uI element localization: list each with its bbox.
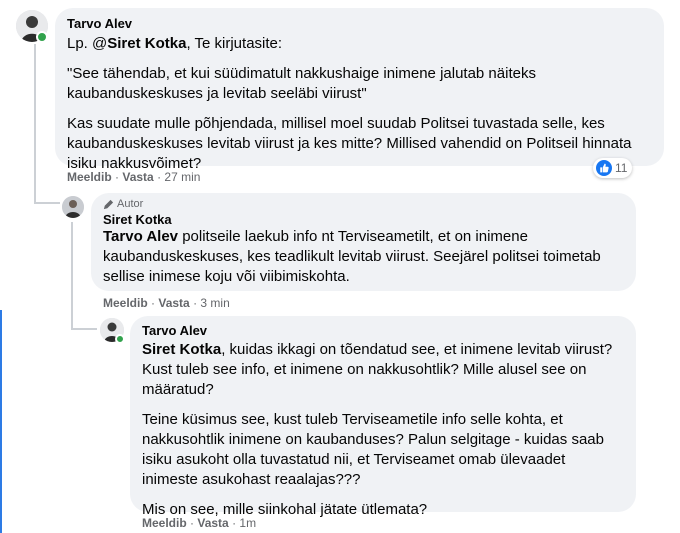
comment-actions: Meeldib · Vasta · 27 min bbox=[67, 170, 200, 184]
separator: · bbox=[190, 516, 195, 530]
separator: · bbox=[193, 296, 198, 310]
separator: · bbox=[151, 296, 156, 310]
separator: · bbox=[157, 170, 162, 184]
thread-line-curve bbox=[71, 328, 97, 330]
comment-author[interactable]: Tarvo Alev bbox=[142, 323, 624, 338]
like-button[interactable]: Meeldib bbox=[103, 296, 148, 310]
thread-line bbox=[71, 222, 73, 330]
comment-bubble: Tarvo Alev Lp. @Siret Kotka, Te kirjutas… bbox=[55, 8, 664, 172]
timestamp[interactable]: 27 min bbox=[164, 170, 200, 184]
timestamp[interactable]: 1m bbox=[239, 516, 256, 530]
thread-line-curve bbox=[34, 202, 60, 204]
comment-actions: Meeldib · Vasta · 3 min bbox=[103, 296, 230, 310]
comment-actions: Meeldib · Vasta · 1m bbox=[142, 516, 256, 530]
reply-button[interactable]: Vasta bbox=[158, 296, 189, 310]
thread-line bbox=[34, 44, 36, 204]
comment-bubble: Tarvo Alev Siret Kotka, kuidas ikkagi on… bbox=[130, 316, 636, 518]
author-badge: Autor bbox=[103, 198, 624, 210]
like-button[interactable]: Meeldib bbox=[67, 170, 112, 184]
pencil-icon bbox=[103, 199, 114, 209]
separator: · bbox=[232, 516, 237, 530]
comment-paragraph: Lp. @Siret Kotka, Te kirjutasite: bbox=[67, 35, 283, 52]
reaction-count-value: 11 bbox=[615, 161, 628, 175]
comment-paragraph: Teine küsimus see, kust tuleb Terviseame… bbox=[142, 411, 604, 488]
reply-button[interactable]: Vasta bbox=[122, 170, 153, 184]
mention-link[interactable]: Siret Kotka bbox=[107, 35, 186, 52]
avatar[interactable] bbox=[62, 196, 84, 218]
window-edge bbox=[0, 310, 2, 533]
comment-bubble: Autor Siret Kotka Tarvo Alev politseile … bbox=[91, 193, 636, 291]
online-status-dot bbox=[36, 31, 48, 43]
thumbs-up-icon bbox=[596, 160, 612, 176]
mention-link[interactable]: Tarvo Alev bbox=[103, 228, 178, 245]
reaction-count[interactable]: 11 bbox=[593, 158, 633, 178]
comment-author[interactable]: Tarvo Alev bbox=[67, 16, 652, 31]
like-button[interactable]: Meeldib bbox=[142, 516, 187, 530]
mention-link[interactable]: Siret Kotka bbox=[142, 341, 221, 358]
comment-paragraph: "See tähendab, et kui süüdimatult nakkus… bbox=[67, 65, 536, 102]
comment-paragraph: Siret Kotka, kuidas ikkagi on tõendatud … bbox=[142, 341, 613, 398]
reply-button[interactable]: Vasta bbox=[197, 516, 228, 530]
comment-paragraph: Tarvo Alev politseile laekub info nt Ter… bbox=[103, 228, 601, 285]
timestamp[interactable]: 3 min bbox=[200, 296, 229, 310]
comment-author[interactable]: Siret Kotka bbox=[103, 212, 624, 227]
online-status-dot bbox=[115, 334, 125, 344]
comment-paragraph: Kas suudate mulle põhjendada, millisel m… bbox=[67, 115, 632, 172]
separator: · bbox=[115, 170, 120, 184]
